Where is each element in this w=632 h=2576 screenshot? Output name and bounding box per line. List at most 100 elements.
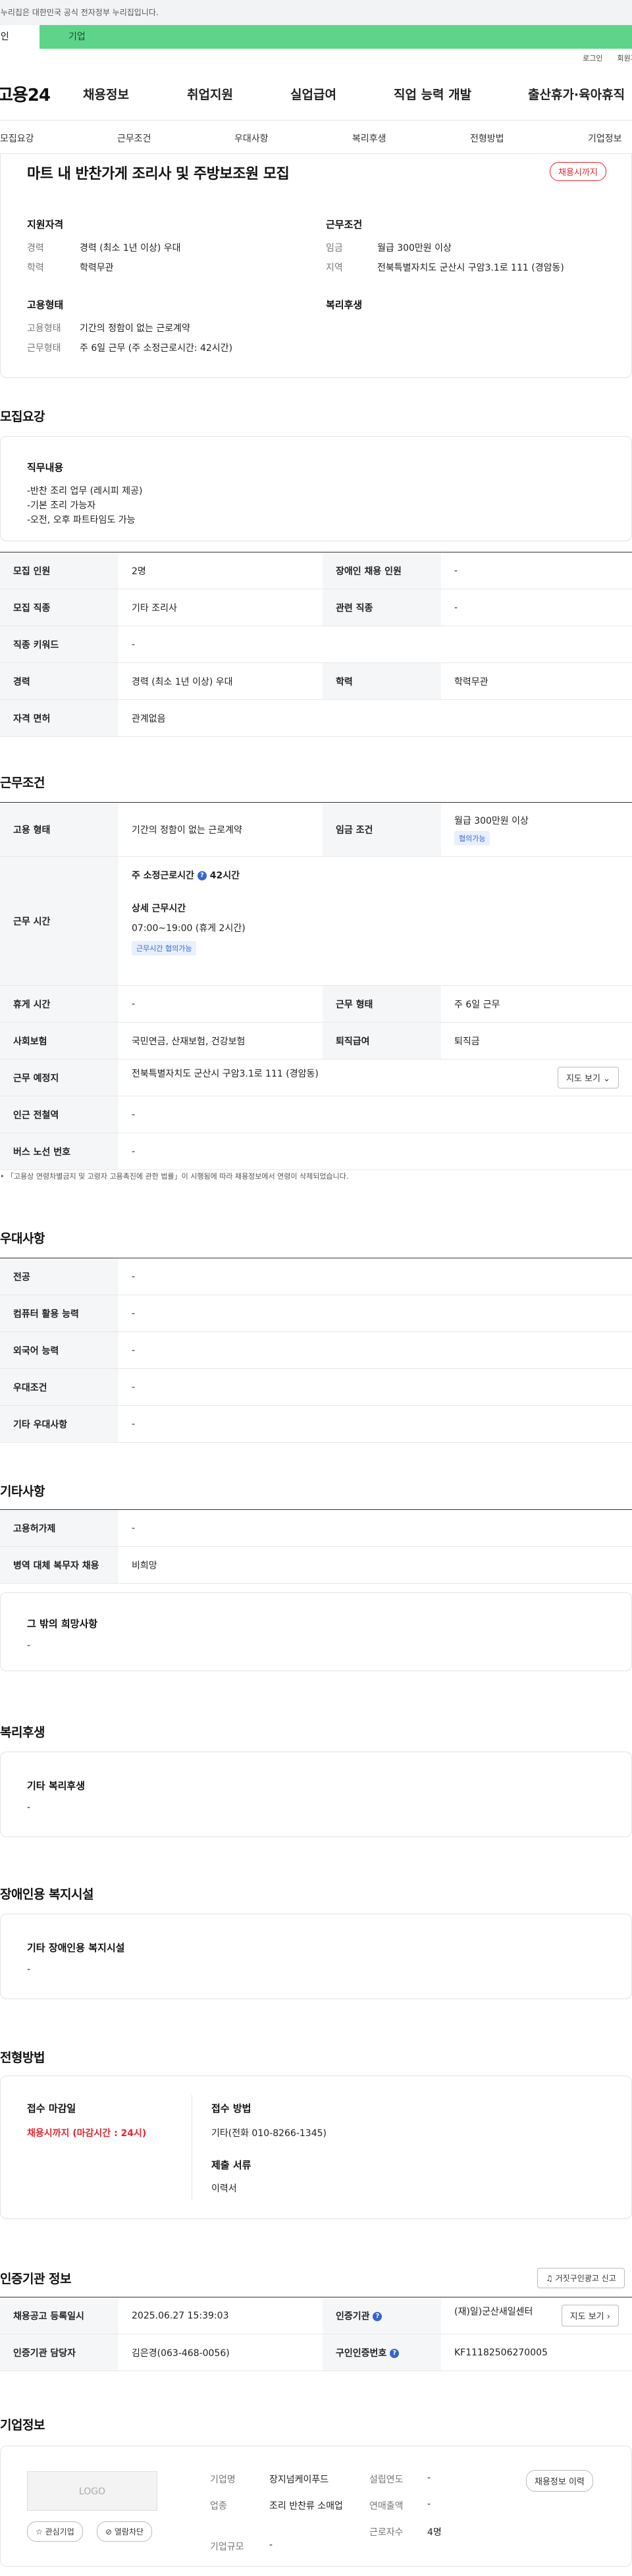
- info-icon[interactable]: ?: [390, 2348, 400, 2358]
- wish-card: 그 밖의 희망사항 -: [0, 1592, 632, 1671]
- table-header: 버스 노선 번호: [0, 1133, 118, 1170]
- welfare-heading: 복리후생: [326, 299, 363, 311]
- duty-card: 직무내용 -반찬 조리 업무 (레시피 제공) -기본 조리 가능자 -오전, …: [0, 436, 632, 541]
- table-cell: -: [118, 1405, 632, 1443]
- table-header: 근무 형태: [323, 985, 441, 1023]
- tab-personal[interactable]: 개인: [0, 25, 40, 49]
- table-header: 인증기관 담당자: [0, 2334, 118, 2371]
- table-header: 모집 직종: [0, 589, 118, 626]
- table-cell: -: [441, 552, 632, 589]
- table-cell: -: [118, 985, 323, 1023]
- table-cell: 기간의 정함이 없는 근로계약: [118, 802, 323, 857]
- disabled-value: -: [27, 1964, 31, 1975]
- user-type-tabs: 개인 기업: [0, 25, 632, 49]
- report-button-label: 거짓구인광고 신고: [555, 2274, 616, 2283]
- emp-type-value: 기간의 정함이 없는 근로계약: [80, 323, 190, 334]
- table-cell: 주 6일 근무: [441, 985, 632, 1023]
- career-label: 경력: [27, 243, 44, 254]
- menu-jobs[interactable]: 채용정보: [83, 85, 129, 103]
- place-value: 전북특별자치도 군산시 구암3.1로 111 (경암동): [132, 1069, 319, 1079]
- block-view-button[interactable]: ⊘ 열람차단: [97, 2521, 153, 2542]
- tab-welfare[interactable]: 복리후생: [352, 132, 386, 145]
- table-header: 모집 인원: [0, 552, 118, 589]
- menu-employment-support[interactable]: 취업지원: [187, 85, 233, 103]
- wage-cell: 월급 300만원 이상 협의가능: [441, 802, 632, 857]
- section-welfare-title: 복리후생: [0, 1725, 45, 1740]
- table-header: 전공: [0, 1258, 118, 1295]
- table-header: 사회보험: [0, 1022, 118, 1060]
- table-cell: 2025.06.27 15:39:03: [118, 2297, 323, 2334]
- section-company-title: 기업정보: [0, 2418, 45, 2432]
- star-icon: ☆: [36, 2527, 43, 2536]
- table-cell: 기타 조리사: [118, 589, 323, 626]
- menu-unemployment-benefit[interactable]: 실업급여: [290, 85, 336, 103]
- menu-vocational-training[interactable]: 직업 능력 개발: [394, 85, 471, 103]
- job-title: 마트 내 반찬가게 조리사 및 주방보조원 모집: [27, 166, 290, 182]
- duty-line-1: -반찬 조리 업무 (레시피 제공): [27, 486, 143, 496]
- employees-label: 근로자수: [369, 2527, 404, 2538]
- table-cell: 2명: [118, 552, 323, 589]
- history-button[interactable]: 채용정보 이력: [526, 2470, 593, 2492]
- wish-value: -: [27, 1640, 31, 1651]
- table-cell: 퇴직금: [441, 1022, 632, 1060]
- table-cell: -: [441, 589, 632, 626]
- industry-label: 업종: [210, 2501, 227, 2511]
- map-button[interactable]: 지도 보기 ⌄: [557, 1067, 619, 1088]
- tab-conditions[interactable]: 근무조건: [117, 132, 151, 145]
- tab-preferred[interactable]: 우대사항: [234, 132, 269, 145]
- table-cell: -: [118, 1331, 632, 1369]
- section-preferred-title: 우대사항: [0, 1231, 45, 1246]
- table-cell: 학력무관: [441, 662, 632, 700]
- sales-label: 연매출액: [369, 2501, 404, 2511]
- tab-company[interactable]: 기업: [40, 25, 632, 49]
- map-button-label: 지도 보기: [566, 1074, 600, 1084]
- recruit-table: 모집 인원 2명 장애인 채용 인원 - 모집 직종 기타 조리사 관련 직종 …: [0, 552, 632, 737]
- report-button[interactable]: ♫ 거짓구인광고 신고: [537, 2268, 625, 2288]
- chevron-down-icon: ⌄: [603, 1074, 610, 1084]
- block-icon: ⊘: [105, 2527, 113, 2536]
- deadline-heading: 접수 마감일: [27, 2103, 76, 2114]
- login-link[interactable]: 로그인: [583, 53, 602, 63]
- tab-recruit[interactable]: 모집요강: [0, 132, 34, 145]
- menu-maternity-leave[interactable]: 출산휴가·육아휴직: [528, 85, 625, 103]
- wage-label: 임금: [326, 243, 343, 254]
- table-header: 근무 예정지: [0, 1059, 118, 1096]
- table-header: 우대조건: [0, 1368, 118, 1406]
- table-header: 기타 우대사항: [0, 1405, 118, 1443]
- company-logo-text: LOGO: [78, 2486, 106, 2497]
- duty-line-3: -오전, 오후 파트타임도 가능: [27, 515, 136, 525]
- section-conditions-title: 근무조건: [0, 776, 45, 790]
- table-header: 휴게 시간: [0, 985, 118, 1023]
- bell-icon: ♫: [546, 2274, 553, 2283]
- table-header: 장애인 채용 인원: [323, 552, 441, 589]
- table-cell: -: [118, 1258, 632, 1295]
- favorite-company-button[interactable]: ☆ 관심기업: [27, 2521, 83, 2542]
- table-header: 관련 직종: [323, 589, 441, 626]
- tab-selection[interactable]: 전형방법: [470, 132, 504, 145]
- table-header: 인근 전철역: [0, 1096, 118, 1133]
- job-summary-card: 마트 내 반찬가게 조리사 및 주방보조원 모집 채용시까지 지원자격 경력 경…: [0, 154, 632, 378]
- age-notice: • 「고용상 연령차별금지 및 고령자 고용촉진에 관한 법률」이 시행됨에 따…: [0, 1171, 348, 1181]
- table-cell: 국민연금, 산재보험, 건강보험: [118, 1022, 323, 1060]
- hours-detail-heading: 상세 근무시간: [132, 903, 186, 914]
- info-icon[interactable]: ?: [373, 2311, 382, 2321]
- org-map-button[interactable]: 지도 보기 ›: [561, 2305, 619, 2326]
- disabled-card: 기타 장애인용 복지시설 -: [0, 1914, 632, 1999]
- welfare-value: -: [27, 1802, 31, 1813]
- org-cell: (재)일)군산새일센터 지도 보기 ›: [441, 2297, 632, 2334]
- section-recruit-title: 모집요강: [0, 410, 45, 424]
- deadline-value: 채용시까지 (마감시간 : 24시): [27, 2128, 147, 2139]
- career-value: 경력 (최소 1년 이상) 우대: [80, 243, 181, 254]
- table-header: 고용허가제: [0, 1509, 118, 1547]
- emp-type-label: 고용형태: [27, 323, 61, 334]
- tab-company[interactable]: 기업정보: [588, 132, 622, 145]
- signup-link[interactable]: 회원가입: [618, 53, 632, 63]
- info-icon[interactable]: ?: [197, 871, 207, 880]
- org-value: (재)일)군산새일센터: [454, 2307, 533, 2317]
- table-header: 경력: [0, 662, 118, 700]
- region-value: 전북특별자치도 군산시 구암3.1로 111 (경암동): [377, 263, 564, 273]
- site-logo[interactable]: 고용24: [0, 82, 73, 106]
- conditions-table: 고용 형태 기간의 정함이 없는 근로계약 임금 조건 월급 300만원 이상 …: [0, 802, 632, 1170]
- deadline-badge: 채용시까지: [550, 162, 606, 181]
- table-header: 근무 시간: [0, 856, 118, 986]
